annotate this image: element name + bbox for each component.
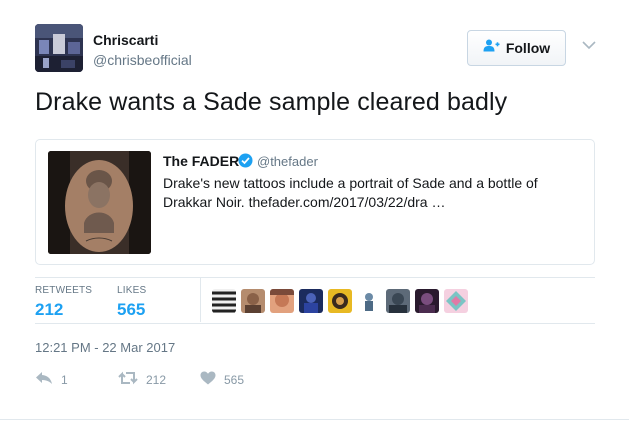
liker-avatar[interactable] (241, 289, 265, 313)
retweet-count: 212 (146, 372, 167, 387)
verified-badge-icon (238, 153, 253, 168)
quoted-tweet[interactable]: The FADER @thefader Drake's new tattoos … (35, 139, 595, 265)
author-handle[interactable]: @chrisbeofficial (93, 52, 192, 68)
heart-icon (200, 371, 216, 388)
reply-button[interactable]: 1 (35, 371, 68, 388)
retweet-icon (118, 371, 138, 388)
stats-vertical-divider (200, 278, 201, 322)
liker-avatar[interactable] (270, 289, 294, 313)
retweet-button[interactable]: 212 (118, 371, 166, 388)
liker-avatar[interactable] (386, 289, 410, 313)
author-avatar[interactable] (35, 24, 83, 72)
retweets-label: RETWEETS (35, 285, 93, 296)
tweet-timestamp[interactable]: 12:21 PM - 22 Mar 2017 (35, 340, 175, 355)
chevron-down-icon[interactable] (581, 38, 597, 52)
follow-button-label: Follow (505, 40, 551, 56)
follow-button[interactable]: Follow (467, 30, 566, 66)
reply-icon (35, 371, 53, 388)
likes-label: LIKES (117, 285, 147, 296)
add-user-icon (483, 39, 500, 57)
liker-avatar[interactable] (212, 289, 236, 313)
like-count: 565 (224, 372, 245, 387)
liker-avatar[interactable] (299, 289, 323, 313)
author-name[interactable]: Chriscarti (93, 32, 158, 48)
quoted-author-handle[interactable]: @thefader (257, 154, 318, 169)
liker-avatar[interactable] (444, 289, 468, 313)
reply-count: 1 (61, 372, 68, 387)
quoted-author-name[interactable]: The FADER (163, 153, 239, 169)
stats-top-divider (35, 277, 595, 278)
quoted-tweet-image[interactable] (48, 151, 151, 254)
stats-bottom-divider (35, 323, 595, 324)
likes-count[interactable]: 565 (117, 300, 145, 320)
liker-avatar[interactable] (357, 289, 381, 313)
liker-avatar[interactable] (415, 289, 439, 313)
like-button[interactable]: 565 (200, 371, 244, 388)
tweet-bottom-border (0, 419, 629, 420)
quoted-tweet-text: Drake's new tattoos include a portrait o… (163, 175, 538, 210)
liker-avatar[interactable] (328, 289, 352, 313)
retweets-count[interactable]: 212 (35, 300, 63, 320)
tweet-text: Drake wants a Sade sample cleared badly (35, 88, 508, 116)
likers-avatar-list (212, 289, 468, 313)
